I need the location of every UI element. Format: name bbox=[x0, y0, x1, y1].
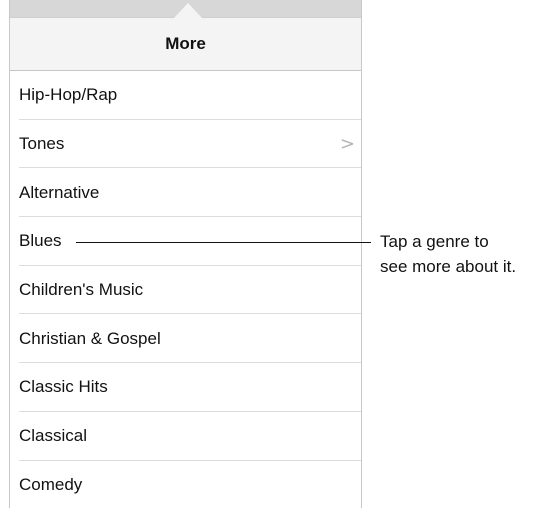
genre-row-childrens-music[interactable]: Children's Music bbox=[10, 266, 361, 315]
nav-bar: More bbox=[10, 18, 361, 71]
callout-leader-line bbox=[76, 242, 371, 243]
chevron-right-icon: > bbox=[339, 133, 355, 155]
callout-annotation: Tap a genre to see more about it. bbox=[380, 229, 516, 279]
nav-title: More bbox=[165, 34, 206, 53]
genre-label: Alternative bbox=[19, 182, 100, 202]
callout-line-1: Tap a genre to bbox=[380, 232, 489, 251]
genre-label: Comedy bbox=[19, 474, 83, 494]
genre-row-comedy[interactable]: Comedy bbox=[10, 461, 361, 508]
genre-label: Hip-Hop/Rap bbox=[19, 85, 118, 105]
genre-label: Classical bbox=[19, 426, 88, 446]
genre-row-tones[interactable]: Tones > bbox=[10, 120, 361, 169]
genre-row-classical[interactable]: Classical bbox=[10, 412, 361, 461]
genre-label: Tones bbox=[19, 134, 65, 154]
genre-label: Classic Hits bbox=[19, 377, 108, 397]
genre-label: Children's Music bbox=[19, 280, 144, 300]
genre-row-alternative[interactable]: Alternative bbox=[10, 168, 361, 217]
more-popover: More Hip-Hop/Rap Tones > Alternative Blu… bbox=[9, 0, 362, 508]
callout-line-2: see more about it. bbox=[380, 257, 517, 276]
genre-list: Hip-Hop/Rap Tones > Alternative Blues Ch… bbox=[10, 71, 361, 508]
genre-row-hip-hop-rap[interactable]: Hip-Hop/Rap bbox=[10, 71, 361, 120]
genre-row-christian-gospel[interactable]: Christian & Gospel bbox=[10, 314, 361, 363]
popover-top-strip bbox=[10, 0, 361, 18]
genre-label: Christian & Gospel bbox=[19, 328, 161, 348]
genre-row-classic-hits[interactable]: Classic Hits bbox=[10, 363, 361, 412]
genre-label: Blues bbox=[19, 231, 62, 251]
popover-arrow bbox=[174, 3, 202, 18]
